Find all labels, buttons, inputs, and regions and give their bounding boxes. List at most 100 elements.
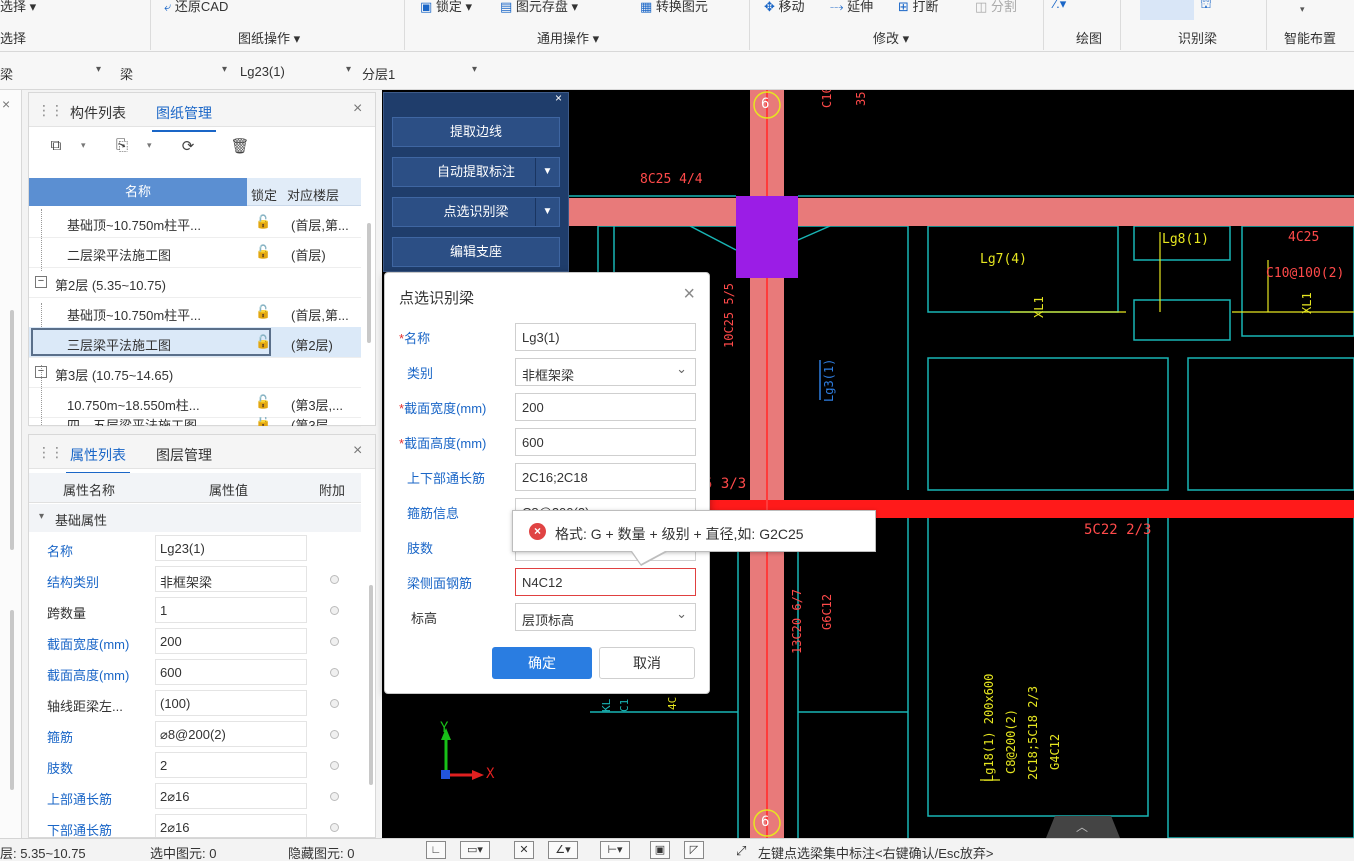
close-icon[interactable]: ×	[2, 96, 10, 112]
property-value-field[interactable]: 2	[155, 752, 307, 778]
collapse-icon[interactable]: −	[35, 366, 47, 378]
tab-layer-management[interactable]: 图层管理	[156, 445, 212, 465]
chevron-down-icon[interactable]: ▾	[1300, 4, 1305, 15]
lock-button[interactable]: ▣ 锁定 ▾	[420, 0, 472, 15]
extra-checkbox[interactable]	[330, 637, 339, 646]
property-row[interactable]: 截面高度(mm) 600	[29, 657, 361, 688]
lock-icon[interactable]: 🔓	[255, 214, 271, 230]
identify-beam-button[interactable]: 识别梁	[1178, 28, 1217, 47]
chevron-down-icon[interactable]: ▾	[472, 64, 477, 75]
draw-group[interactable]: 绘图	[1076, 28, 1102, 47]
restore-cad-button[interactable]: ⤶ 还原CAD	[164, 0, 228, 15]
close-icon[interactable]: ×	[353, 442, 362, 460]
property-value-field[interactable]: (100)	[155, 690, 307, 716]
ok-button[interactable]: 确定	[492, 647, 592, 679]
canvas-expand-tab[interactable]: ︿	[1046, 816, 1120, 838]
chevron-down-icon[interactable]: ▾	[346, 64, 351, 75]
cross-select-icon[interactable]: ✕	[514, 841, 534, 859]
collapse-icon[interactable]: −	[35, 276, 47, 288]
chevron-down-icon[interactable]: ▼	[535, 198, 559, 226]
modify-group[interactable]: 修改 ▾	[873, 28, 909, 47]
field-input[interactable]: Lg3(1)	[515, 323, 696, 351]
scrollbar[interactable]	[10, 310, 14, 550]
chevron-down-icon[interactable]: ▼	[535, 158, 559, 186]
layer-selector[interactable]: 分层1	[362, 64, 395, 83]
chevron-down-icon[interactable]: ▾	[96, 64, 101, 75]
break-button[interactable]: ⊞ 打断	[898, 0, 939, 15]
select-button[interactable]: 选择 ▾	[0, 0, 36, 15]
extra-checkbox[interactable]	[330, 730, 339, 739]
close-icon[interactable]: ×	[683, 283, 695, 306]
convert-element-button[interactable]: ▦ 转换图元	[640, 0, 708, 15]
field-select[interactable]: 非框架梁	[515, 358, 696, 386]
extra-checkbox[interactable]	[330, 823, 339, 832]
scrollbar[interactable]	[367, 223, 371, 343]
property-row[interactable]: 箍筋 ⌀8@200(2)	[29, 719, 361, 750]
delete-icon[interactable]: 🗑	[229, 137, 251, 157]
field-input[interactable]: 600	[515, 428, 696, 456]
chevron-down-icon[interactable]: ▾	[222, 64, 227, 75]
auto-extract-label-button[interactable]: 自动提取标注 ▼	[392, 157, 560, 187]
column-header-name[interactable]: 名称	[29, 178, 247, 206]
property-row[interactable]: 上部通长筋 2⌀16	[29, 781, 361, 812]
view-icon[interactable]: ◸	[684, 841, 704, 859]
edit-support-button[interactable]: 编辑支座	[392, 237, 560, 267]
table-row[interactable]: 四、五层梁平法施工图 🔓 (第3层,...	[29, 417, 361, 427]
lock-icon[interactable]: 🔓	[255, 244, 271, 260]
drawing-ops-group[interactable]: 图纸操作 ▾	[238, 28, 300, 47]
pick-identify-beam-button[interactable]: 点选识别梁 ▼	[392, 197, 560, 227]
property-value-field[interactable]: 1	[155, 597, 307, 623]
snap-icon[interactable]: ∠▾	[548, 841, 578, 859]
tree-group-row[interactable]: − 第2层 (5.35~10.75)	[29, 267, 361, 298]
property-row[interactable]: 下部通长筋 2⌀16	[29, 812, 361, 837]
ortho-icon[interactable]: ∟	[426, 841, 446, 859]
element-save-button[interactable]: ▤ 图元存盘 ▾	[500, 0, 578, 15]
general-ops-group[interactable]: 通用操作 ▾	[537, 28, 599, 47]
type-selector[interactable]: 梁	[120, 64, 133, 83]
drag-handle-icon[interactable]: ⋮⋮	[37, 444, 64, 461]
table-row-selected[interactable]: 三层梁平法施工图 🔓 (第2层)	[29, 327, 361, 358]
extra-checkbox[interactable]	[330, 792, 339, 801]
chevron-down-icon[interactable]: ▾	[39, 511, 44, 522]
field-input[interactable]: 200	[515, 393, 696, 421]
chevron-down-icon[interactable]: ▾	[147, 140, 152, 151]
draw-dropdown-icon[interactable]: ∕.▾	[1054, 0, 1066, 12]
display-icon[interactable]: ▣	[650, 841, 670, 859]
property-value-field[interactable]: 2⌀16	[155, 814, 307, 837]
table-row[interactable]: 基础顶~10.750m柱平... 🔓 (首层,第...	[29, 207, 361, 238]
select-box-icon[interactable]: ▭▾	[460, 841, 490, 859]
property-row[interactable]: 结构类别 非框架梁	[29, 564, 361, 595]
add-drawing-icon[interactable]: ⧉	[45, 137, 67, 157]
move-button[interactable]: ✥ 移动	[764, 0, 805, 15]
property-row[interactable]: 跨数量 1	[29, 595, 361, 626]
property-value-field[interactable]: Lg23(1)	[155, 535, 307, 561]
close-icon[interactable]: ×	[555, 91, 562, 105]
copy-drawing-icon[interactable]: ⟳	[177, 137, 199, 157]
table-row[interactable]: 二层梁平法施工图 🔓 (首层)	[29, 237, 361, 268]
property-value-field[interactable]: 600	[155, 659, 307, 685]
lock-icon[interactable]: 🔓	[255, 304, 271, 320]
property-value-field[interactable]: ⌀8@200(2)	[155, 721, 307, 747]
tab-component-list[interactable]: 构件列表	[70, 103, 126, 123]
column-header-floor[interactable]: 对应楼层	[287, 185, 339, 204]
field-input[interactable]: N4C12	[515, 568, 696, 596]
property-row[interactable]: 肢数 2	[29, 750, 361, 781]
item-selector[interactable]: Lg23(1)	[240, 64, 285, 79]
cancel-button[interactable]: 取消	[599, 647, 695, 679]
tab-property-list[interactable]: 属性列表	[66, 445, 130, 474]
property-value-field[interactable]: 非框架梁	[155, 566, 307, 592]
extra-checkbox[interactable]	[330, 761, 339, 770]
identify-beam-icon[interactable]: ⛫	[1200, 0, 1212, 14]
lock-icon[interactable]: 🔓	[255, 394, 271, 410]
field-input[interactable]: 2C16;2C18	[515, 463, 696, 491]
column-header-lock[interactable]: 锁定	[251, 185, 277, 204]
extra-checkbox[interactable]	[330, 575, 339, 584]
extra-checkbox[interactable]	[330, 606, 339, 615]
dimension-icon[interactable]: ⊢▾	[600, 841, 630, 859]
split-button[interactable]: ◫ 分割	[975, 0, 1017, 15]
property-row[interactable]: 截面宽度(mm) 200	[29, 626, 361, 657]
property-value-field[interactable]: 2⌀16	[155, 783, 307, 809]
lock-icon[interactable]: 🔓	[255, 417, 271, 426]
table-row[interactable]: 基础顶~10.750m柱平... 🔓 (首层,第...	[29, 297, 361, 328]
close-icon[interactable]: ×	[353, 100, 362, 118]
